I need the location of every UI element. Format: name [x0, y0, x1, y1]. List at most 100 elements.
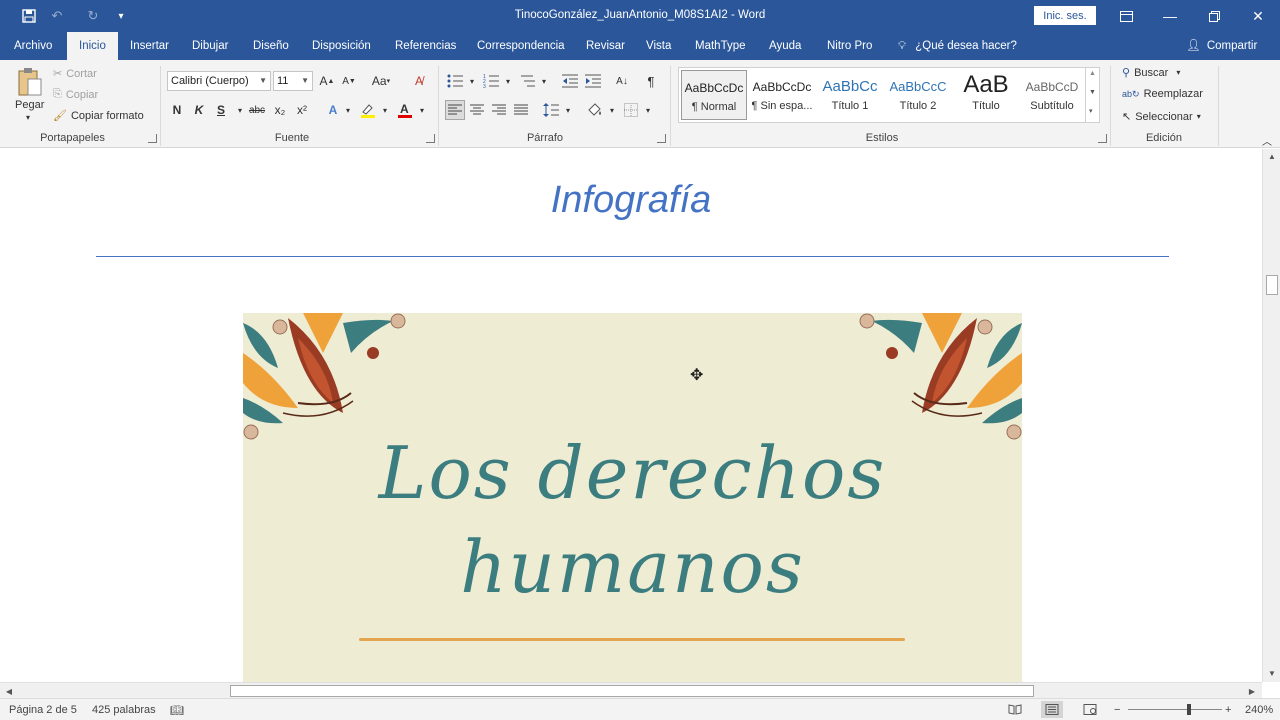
clear-formatting-icon[interactable]: A̸	[409, 71, 429, 91]
style-subtitle[interactable]: AaBbCcD Subtítulo	[1019, 70, 1085, 120]
font-color-dropdown-icon[interactable]: ▾	[412, 100, 432, 120]
tab-nitro-pro[interactable]: Nitro Pro	[815, 32, 884, 60]
tab-diseno[interactable]: Diseño	[241, 32, 301, 60]
zoom-in-icon[interactable]: +	[1225, 704, 1231, 716]
decrease-indent-icon[interactable]	[560, 71, 580, 91]
paragraph-group-label: Párrafo	[526, 132, 564, 144]
align-right-icon[interactable]	[489, 100, 509, 120]
read-mode-icon[interactable]	[1008, 704, 1022, 718]
format-painter-button[interactable]: 🖌︎ Copiar formato	[53, 109, 144, 123]
shrink-font-icon[interactable]: A ▼	[339, 71, 359, 91]
paste-icon[interactable]	[16, 66, 44, 98]
zoom-out-icon[interactable]: −	[1114, 704, 1120, 716]
styles-launcher-icon[interactable]	[1098, 134, 1107, 143]
shading-dropdown-icon[interactable]: ▾	[602, 100, 622, 120]
styles-gallery-scroll[interactable]: ▲ ▼ ▾	[1086, 67, 1100, 123]
increase-indent-icon[interactable]	[583, 71, 603, 91]
line-spacing-dropdown-icon[interactable]: ▾	[558, 100, 578, 120]
select-button[interactable]: ↖ Seleccionar ▾	[1122, 110, 1201, 124]
tab-disposicion[interactable]: Disposición	[300, 32, 383, 60]
justify-icon[interactable]	[511, 100, 531, 120]
paragraph-launcher-icon[interactable]	[657, 134, 666, 143]
tab-insertar[interactable]: Insertar	[118, 32, 181, 60]
gallery-more-icon[interactable]: ▾	[1089, 107, 1093, 115]
find-button[interactable]: ⚲ Buscar ▾	[1122, 66, 1180, 80]
minimize-icon[interactable]: —	[1148, 0, 1192, 32]
zoom-level[interactable]: 240%	[1245, 704, 1273, 716]
bullets-dropdown-icon[interactable]: ▾	[462, 71, 482, 91]
style-title[interactable]: AaB Título	[953, 70, 1019, 120]
tab-mathtype[interactable]: MathType	[683, 32, 758, 60]
tab-correspondencia[interactable]: Correspondencia	[465, 32, 577, 60]
grow-font-icon[interactable]: A ▲	[317, 71, 337, 91]
scroll-left-icon[interactable]: ◀	[4, 686, 14, 696]
restore-icon[interactable]	[1192, 0, 1236, 32]
proofing-icon[interactable]: 📖︎	[170, 704, 184, 717]
share-button[interactable]: 👤︎ Compartir	[1186, 32, 1257, 60]
text-effects-dropdown-icon[interactable]: ▾	[338, 100, 358, 120]
borders-dropdown-icon[interactable]: ▾	[638, 100, 658, 120]
font-launcher-icon[interactable]	[426, 134, 435, 143]
zoom-slider-thumb[interactable]	[1187, 704, 1191, 715]
align-left-icon[interactable]	[445, 100, 465, 120]
font-name-select[interactable]: Calibri (Cuerpo) ▼	[167, 71, 271, 91]
paste-dropdown-icon[interactable]: ▾	[26, 113, 30, 122]
paste-button[interactable]: Pegar	[15, 99, 44, 111]
ribbon-display-options-icon[interactable]	[1104, 0, 1148, 32]
horizontal-scrollbar[interactable]: ◀ ▶	[0, 682, 1262, 698]
sort-icon[interactable]: A↓	[612, 71, 632, 91]
cut-button[interactable]: ✂ Cortar	[53, 67, 97, 81]
page-count[interactable]: Página 2 de 5	[9, 704, 77, 716]
group-separator	[438, 66, 439, 146]
replace-button[interactable]: ab↻ Reemplazar	[1122, 88, 1203, 100]
scroll-right-icon[interactable]: ▶	[1247, 686, 1257, 696]
style-heading-2[interactable]: AaBbCcC Título 2	[885, 70, 951, 120]
clipboard-launcher-icon[interactable]	[148, 134, 157, 143]
tab-revisar[interactable]: Revisar	[574, 32, 637, 60]
copy-button[interactable]: ⎘ Copiar	[53, 88, 98, 101]
infographic-title-line2: humanos	[460, 525, 805, 609]
web-layout-icon[interactable]	[1083, 704, 1097, 718]
bold-button[interactable]: N	[167, 100, 187, 120]
tab-ayuda[interactable]: Ayuda	[757, 32, 813, 60]
editing-group-label: Edición	[1145, 132, 1183, 144]
highlight-dropdown-icon[interactable]: ▾	[375, 100, 395, 120]
gallery-up-icon[interactable]: ▲	[1089, 70, 1096, 77]
word-count[interactable]: 425 palabras	[92, 704, 156, 716]
gallery-down-icon[interactable]: ▼	[1089, 89, 1096, 96]
close-icon[interactable]: ✕	[1236, 0, 1280, 32]
italic-button[interactable]: K	[189, 100, 209, 120]
subscript-button[interactable]: x₂	[270, 100, 290, 120]
align-center-icon[interactable]	[467, 100, 487, 120]
style-heading-1[interactable]: AaBbCc Título 1	[817, 70, 883, 120]
collapse-ribbon-icon[interactable]: ︿	[1257, 130, 1277, 150]
document-canvas[interactable]: Infografía Los derechos humanos ✥	[0, 149, 1262, 682]
tab-inicio[interactable]: Inicio	[67, 32, 118, 60]
print-layout-icon[interactable]	[1041, 701, 1063, 718]
vertical-scroll-thumb[interactable]	[1266, 275, 1278, 295]
floral-corner-left-icon	[243, 313, 406, 440]
tab-vista[interactable]: Vista	[634, 32, 683, 60]
sign-in-button[interactable]: Inic. ses.	[1034, 6, 1096, 25]
tab-dibujar[interactable]: Dibujar	[180, 32, 240, 60]
style-no-spacing[interactable]: AaBbCcDc ¶ Sin espa...	[749, 70, 815, 120]
zoom-slider[interactable]	[1128, 709, 1222, 710]
horizontal-scroll-thumb[interactable]	[230, 685, 1034, 697]
change-case-icon[interactable]: Aa ▾	[367, 71, 395, 91]
font-size-select[interactable]: 11 ▼	[273, 71, 313, 91]
vertical-scrollbar[interactable]: ▲ ▼	[1262, 149, 1280, 682]
tab-referencias[interactable]: Referencias	[383, 32, 468, 60]
strikethrough-button[interactable]: abc	[247, 100, 267, 120]
numbering-dropdown-icon[interactable]: ▾	[498, 71, 518, 91]
scroll-down-icon[interactable]: ▼	[1266, 668, 1278, 678]
replace-icon: ab↻	[1122, 88, 1140, 99]
show-formatting-icon[interactable]: ¶	[641, 71, 661, 91]
scroll-up-icon[interactable]: ▲	[1266, 151, 1278, 161]
tell-me-box[interactable]: 💡︎ ¿Qué desea hacer?	[898, 32, 1017, 60]
underline-button[interactable]: S	[211, 100, 231, 120]
style-normal[interactable]: AaBbCcDc ¶ Normal	[681, 70, 747, 120]
multilevel-dropdown-icon[interactable]: ▾	[534, 71, 554, 91]
infographic-image[interactable]: Los derechos humanos	[243, 313, 1022, 682]
tab-archivo[interactable]: Archivo	[2, 32, 64, 60]
superscript-button[interactable]: x²	[292, 100, 312, 120]
